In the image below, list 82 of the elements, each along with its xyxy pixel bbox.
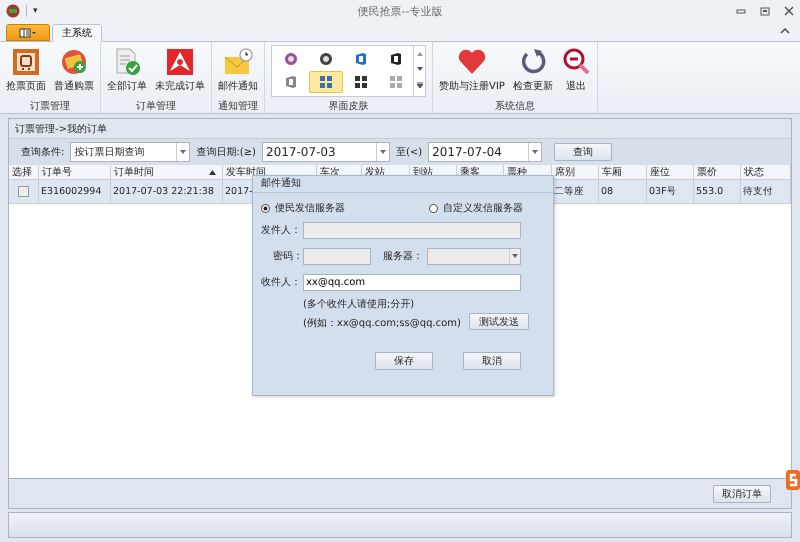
- column-header[interactable]: 状态: [741, 165, 791, 180]
- recipient-field[interactable]: xx@qq.com: [303, 274, 521, 290]
- column-header[interactable]: 车厢: [599, 165, 647, 180]
- dialog-title: 邮件通知: [253, 176, 553, 193]
- hint-text: (例如：xx@qq.com;ss@qq.com): [303, 317, 461, 330]
- date-from-label: 查询日期:(≥): [196, 146, 256, 159]
- column-header[interactable]: 票价: [694, 165, 741, 180]
- column-header[interactable]: 订单号: [39, 165, 111, 180]
- scroll-down-icon[interactable]: [416, 67, 422, 71]
- scroll-up-icon[interactable]: [416, 52, 422, 56]
- collapse-ribbon-icon[interactable]: [780, 27, 790, 35]
- ribbon-tab[interactable]: 主系统: [52, 24, 102, 42]
- table-cell: 2017-07-03 22:21:38: [113, 186, 214, 197]
- column-header[interactable]: 订单时间: [111, 165, 223, 180]
- query-button[interactable]: 查询: [554, 143, 612, 161]
- hint-text: (多个收件人请使用;分开): [303, 298, 416, 311]
- table-cell: 03F号: [649, 185, 677, 198]
- quick-access-menu[interactable]: ▾: [33, 6, 38, 16]
- column-header[interactable]: 席别: [552, 165, 599, 180]
- group-title: 订票管理: [30, 101, 70, 112]
- mail-clock-icon: [223, 47, 253, 77]
- zoom-out-icon: [560, 47, 591, 77]
- window-title: 便民抢票--专业版: [356, 4, 444, 18]
- date-to-label: 至(<): [396, 146, 422, 159]
- server-radio[interactable]: 便民发信服务器: [261, 201, 345, 215]
- input-method-icon[interactable]: [786, 470, 800, 490]
- row-checkbox[interactable]: [18, 186, 29, 197]
- office-icon: [390, 52, 402, 66]
- group-title: 界面皮肤: [328, 101, 368, 112]
- ribbon-button[interactable]: 未完成订单: [152, 45, 208, 95]
- column-header[interactable]: 选择: [9, 165, 39, 180]
- group-title: 系统信息: [494, 101, 535, 112]
- table-cell: 待支付: [743, 185, 773, 198]
- triangle-app-icon: [165, 47, 195, 77]
- ribbon-button[interactable]: 退出: [558, 45, 594, 95]
- ribbon-button[interactable]: 普通购票: [51, 45, 97, 95]
- column-header[interactable]: 座位: [647, 165, 694, 180]
- ticket-icon: [59, 47, 89, 77]
- disc-icon: [284, 52, 298, 66]
- table-cell: 二等座: [554, 185, 584, 198]
- office-icon: [355, 52, 367, 66]
- gallery-expand-icon[interactable]: [416, 82, 422, 88]
- cancel-button[interactable]: 取消: [463, 352, 521, 370]
- date-from-picker[interactable]: 2017-07-03: [262, 142, 390, 162]
- ribbon-button[interactable]: 赞助与注册VIP: [436, 45, 508, 95]
- table-cell: 08: [601, 186, 614, 197]
- dropdown-caret-icon[interactable]: [180, 150, 186, 154]
- minimize-icon[interactable]: [736, 7, 746, 15]
- table-cell: 2017-: [225, 186, 253, 197]
- breadcrumb: 订票管理->我的订单: [14, 122, 108, 137]
- dropdown-caret-icon[interactable]: [532, 150, 538, 154]
- panel-icon: [19, 28, 37, 38]
- recipient-label: 收件人：: [261, 276, 302, 289]
- ribbon-button[interactable]: 邮件通知: [215, 45, 261, 95]
- save-button[interactable]: 保存: [375, 352, 433, 370]
- group-title: 订单管理: [136, 101, 176, 112]
- app-menu-button[interactable]: [6, 24, 50, 41]
- condition-dropdown[interactable]: 按订票日期查询: [70, 142, 190, 162]
- date-to-picker[interactable]: 2017-07-04: [428, 142, 542, 162]
- group-title: 通知管理: [218, 101, 258, 112]
- ribbon-button[interactable]: 全部订单: [104, 45, 150, 95]
- tiles-icon: [390, 76, 402, 88]
- query-condition-label: 查询条件:: [21, 146, 64, 159]
- app-logo-icon: [6, 4, 20, 18]
- bus-icon: [11, 47, 41, 77]
- test-send-button[interactable]: 测试发送: [468, 313, 529, 330]
- cancel-order-button[interactable]: 取消订单: [713, 484, 771, 502]
- dropdown-caret-icon[interactable]: [380, 150, 386, 154]
- maximize-icon[interactable]: [760, 6, 770, 16]
- password-label: 密码：: [272, 250, 303, 263]
- tiles-icon: [320, 76, 332, 88]
- sender-label: 发件人：: [261, 224, 302, 237]
- server-radio[interactable]: 自定义发信服务器: [429, 201, 523, 215]
- tiles-icon: [355, 76, 367, 88]
- ribbon-button[interactable]: 检查更新: [510, 45, 556, 95]
- table-cell: 553.0: [696, 186, 724, 197]
- table-cell: E316002994: [41, 186, 102, 197]
- server-label: 服务器：: [383, 250, 423, 263]
- office-icon: [285, 75, 297, 89]
- ribbon-button[interactable]: 抢票页面: [3, 45, 49, 95]
- close-icon[interactable]: [784, 6, 794, 16]
- disc-icon: [319, 52, 333, 66]
